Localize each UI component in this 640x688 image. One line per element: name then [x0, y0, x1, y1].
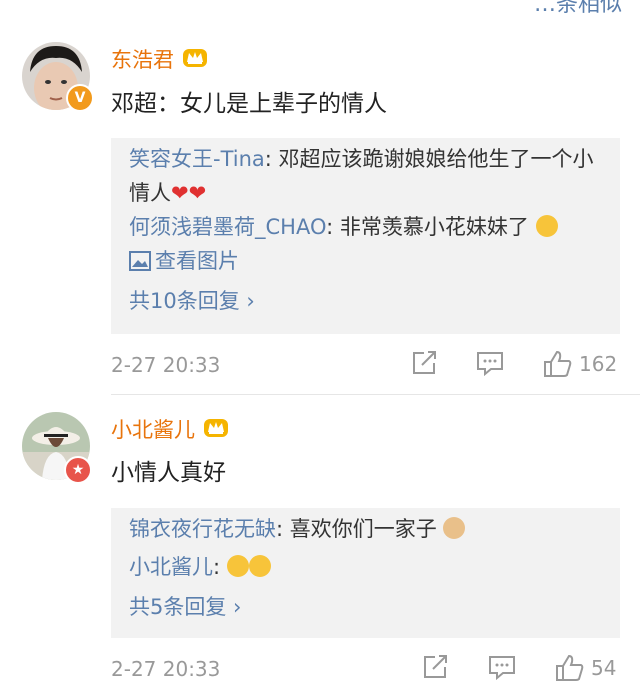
comment-date: 2-27 20:33 [111, 657, 221, 681]
like-icon [544, 350, 572, 377]
like-button[interactable]: 54 [555, 654, 616, 682]
comment-text: 邓超：女儿是上辈子的情人 [111, 91, 387, 117]
share-icon [413, 351, 436, 374]
username-text[interactable]: 东浩君 [111, 44, 174, 74]
comment-button[interactable] [488, 654, 516, 680]
image-icon [129, 251, 151, 271]
emoji-icon [248, 555, 271, 577]
like-icon [556, 654, 584, 681]
reply-item[interactable]: 小北酱儿: [129, 550, 602, 584]
share-button[interactable] [421, 654, 449, 680]
comment-text: 小情人真好 [111, 460, 226, 486]
emoji-icon [226, 555, 249, 577]
reply-text: : [213, 555, 221, 579]
reply-item[interactable]: 何须浅碧墨荷_CHAO: 非常羡慕小花妹妹了 [129, 210, 602, 244]
emoji-icon [443, 517, 466, 539]
reply-author[interactable]: 何须浅碧墨荷_CHAO [129, 215, 326, 239]
reply-box[interactable]: 锦衣夜行花无缺: 喜欢你们一家子 小北酱儿: 共5条回复 › [111, 508, 620, 638]
reply-author[interactable]: 小北酱儿 [129, 555, 213, 579]
verified-star-icon: ★ [64, 456, 92, 484]
share-icon [424, 655, 447, 678]
reply-text: : 非常羡慕小花妹妹了 [326, 215, 529, 239]
more-replies-link[interactable]: 共10条回复 › [129, 284, 602, 318]
username[interactable]: 东浩君 [111, 44, 208, 74]
crown-icon [203, 416, 229, 443]
view-image-link[interactable]: 查看图片 [129, 244, 602, 278]
like-count: 162 [579, 352, 618, 376]
heart-icon: ❤ [188, 181, 207, 205]
like-count: 54 [591, 656, 617, 680]
reply-item[interactable]: 锦衣夜行花无缺: 喜欢你们一家子 [129, 512, 602, 546]
divider [111, 394, 640, 395]
share-button[interactable] [410, 350, 438, 376]
like-button[interactable]: 162 [543, 350, 617, 378]
crown-icon [182, 46, 208, 73]
reply-author[interactable]: 笑容女王-Tina [129, 147, 265, 171]
verified-v-icon: V [66, 84, 94, 112]
more-replies-link[interactable]: 共5条回复 › [129, 590, 602, 624]
username-text[interactable]: 小北酱儿 [111, 414, 195, 444]
comment-button[interactable] [476, 350, 504, 376]
comment-icon [489, 656, 515, 680]
heart-icon: ❤ [171, 181, 189, 205]
comment-date: 2-27 20:33 [111, 353, 221, 377]
top-link-fragment[interactable]: …条相似 [534, 0, 622, 18]
username[interactable]: 小北酱儿 [111, 414, 229, 444]
view-image-label[interactable]: 查看图片 [155, 244, 239, 278]
reply-item[interactable]: 笑容女王-Tina: 邓超应该跪谢娘娘给他生了一个小情人❤❤ [129, 142, 602, 210]
reply-text: : 喜欢你们一家子 [276, 517, 437, 541]
reply-box[interactable]: 笑容女王-Tina: 邓超应该跪谢娘娘给他生了一个小情人❤❤ 何须浅碧墨荷_CH… [111, 138, 620, 334]
comment-icon [477, 352, 503, 376]
emoji-icon [535, 215, 558, 237]
reply-author[interactable]: 锦衣夜行花无缺 [129, 517, 276, 541]
